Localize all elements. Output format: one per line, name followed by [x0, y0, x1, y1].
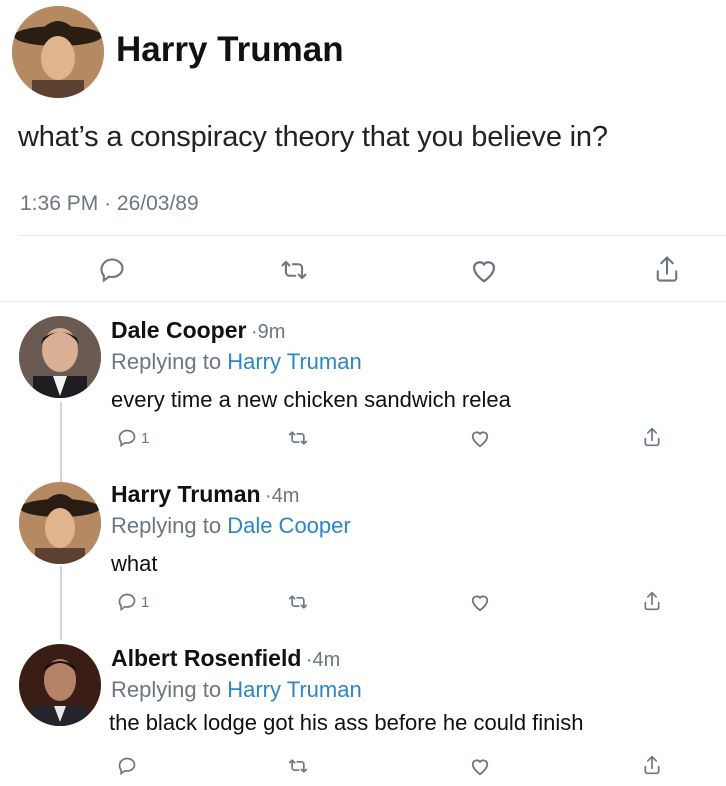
retweet-icon[interactable] [287, 592, 309, 612]
avatar[interactable] [12, 6, 104, 98]
reply-text: what [111, 551, 158, 576]
reply-text: every time a new chicken sandwich relea [111, 387, 511, 412]
reply-count: 1 [141, 430, 150, 447]
tweet-text: what’s a conspiracy theory that you beli… [18, 121, 608, 153]
replying-to-link[interactable]: Harry Truman [227, 349, 361, 374]
thread-line [60, 402, 62, 482]
replying-to-link[interactable]: Harry Truman [227, 677, 361, 702]
replying-label: Replying to [111, 349, 222, 374]
reply-time: 4m [312, 649, 341, 671]
retweet-icon[interactable] [279, 256, 309, 284]
reply-time: 9m [257, 321, 286, 343]
tweet-time: 1:36 PM [20, 192, 99, 215]
reply-separator: · [265, 485, 272, 507]
reply-author-name[interactable]: Dale Cooper [111, 317, 246, 343]
heart-icon[interactable] [469, 592, 491, 612]
divider [18, 235, 726, 236]
reply-time: 4m [271, 485, 300, 507]
share-icon[interactable] [642, 590, 662, 612]
thread-line [60, 566, 62, 640]
share-icon[interactable] [642, 754, 662, 776]
heart-icon[interactable] [469, 756, 491, 776]
avatar[interactable] [19, 644, 101, 726]
heart-icon[interactable] [469, 256, 499, 284]
avatar-image [19, 482, 101, 564]
avatar-image [19, 644, 101, 726]
reply-author-name[interactable]: Albert Rosenfield [111, 645, 301, 671]
replying-label: Replying to [111, 513, 222, 538]
replying-to: Replying to Harry Truman [111, 349, 362, 375]
tweet-timestamp: 1:36 PM · 26/03/89 [20, 192, 199, 216]
reply-header: Dale Cooper ·9m [111, 317, 285, 344]
tweet-date: 26/03/89 [116, 192, 199, 215]
reply-author-name[interactable]: Harry Truman [111, 481, 261, 507]
avatar[interactable] [19, 316, 101, 398]
replying-to-link[interactable]: Dale Cooper [227, 513, 351, 538]
divider [0, 301, 726, 302]
avatar-image [12, 6, 104, 98]
tweet-author-name[interactable]: Harry Truman [116, 30, 344, 70]
reply-text: the black lodge got his ass before he co… [109, 710, 584, 735]
reply-icon[interactable] [98, 256, 126, 284]
reply-header: Albert Rosenfield ·4m [111, 645, 340, 672]
share-icon[interactable] [642, 426, 662, 448]
reply-icon[interactable] [117, 756, 137, 776]
reply-separator: · [305, 649, 313, 671]
replying-to: Replying to Dale Cooper [111, 513, 351, 539]
share-icon[interactable] [653, 254, 681, 284]
heart-icon[interactable] [469, 428, 491, 448]
replying-to: Replying to Harry Truman [111, 677, 362, 703]
reply-icon[interactable] [117, 428, 137, 448]
reply-separator: · [250, 321, 258, 343]
retweet-icon[interactable] [287, 756, 309, 776]
reply-count: 1 [141, 594, 150, 611]
reply-header: Harry Truman ·4m [111, 481, 299, 508]
reply-icon[interactable] [117, 592, 137, 612]
retweet-icon[interactable] [287, 428, 309, 448]
avatar[interactable] [19, 482, 101, 564]
replying-label: Replying to [111, 677, 222, 702]
meta-separator: · [104, 192, 112, 215]
avatar-image [19, 316, 101, 398]
